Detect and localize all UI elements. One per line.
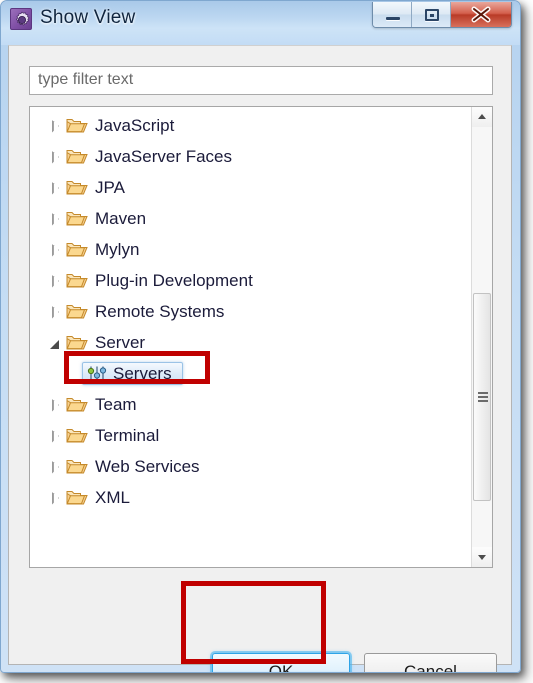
twisty-collapsed-icon[interactable] <box>48 459 64 475</box>
folder-icon <box>66 179 88 196</box>
tree-item-label: Mylyn <box>95 240 140 259</box>
twisty-collapsed-icon[interactable] <box>48 428 64 444</box>
twisty-collapsed-icon[interactable] <box>48 149 64 165</box>
folder-icon <box>66 303 88 320</box>
tree-item-terminal[interactable]: Terminal <box>30 420 470 451</box>
folder-icon <box>66 458 88 475</box>
tree-item-label: Server <box>95 333 146 352</box>
ok-button-label: OK <box>268 662 294 673</box>
tree-item-xml[interactable]: XML <box>30 482 470 513</box>
minimize-button[interactable] <box>373 2 412 27</box>
tree-scrollbar[interactable] <box>471 107 492 567</box>
tree-item-label: Servers <box>113 364 172 383</box>
tree-item-content: XML <box>66 489 130 506</box>
twisty-collapsed-icon[interactable] <box>48 397 64 413</box>
tree-item-label: JavaScript <box>95 116 175 135</box>
tree-item-content: Mylyn <box>66 241 139 258</box>
filter-input-text: type filter text <box>38 71 134 88</box>
tree-item-label: Terminal <box>95 426 160 445</box>
folder-icon <box>66 148 88 165</box>
dialog-title: Show View <box>40 7 136 28</box>
show-view-dialog: Show View type filter text JavaScript Ja… <box>0 0 521 673</box>
tree-item-server[interactable]: Server <box>30 327 470 358</box>
close-button[interactable] <box>451 2 511 27</box>
scrollbar-grip-icon <box>478 392 488 402</box>
tree-item-content: Plug-in Development <box>66 272 253 289</box>
folder-icon <box>66 117 88 134</box>
screenshot-root: Show View type filter text JavaScript Ja… <box>0 0 533 683</box>
tree-item-label: Team <box>95 395 137 414</box>
tree-item-content: Web Services <box>66 458 200 475</box>
tree-item-label: XML <box>95 488 130 507</box>
dialog-body: type filter text JavaScript JavaServer Fa… <box>8 45 512 672</box>
tree-item-label: Maven <box>95 209 147 228</box>
tree-item-content: Terminal <box>66 427 159 444</box>
scrollbar-thumb[interactable] <box>473 293 491 501</box>
folder-icon <box>66 427 88 444</box>
tree-item-content: JavaServer Faces <box>66 148 232 165</box>
folder-icon <box>66 334 88 351</box>
twisty-collapsed-icon[interactable] <box>48 273 64 289</box>
folder-icon <box>66 241 88 258</box>
tree-item-content: JPA <box>66 179 125 196</box>
tree-item-mylyn[interactable]: Mylyn <box>30 234 470 265</box>
twisty-collapsed-icon[interactable] <box>48 118 64 134</box>
tree-item-javaserver-faces[interactable]: JavaServer Faces <box>30 141 470 172</box>
maximize-button[interactable] <box>412 2 451 27</box>
tree-item-servers[interactable]: Servers <box>30 358 470 389</box>
tree-item-jpa[interactable]: JPA <box>30 172 470 203</box>
view-tree-list: JavaScript JavaServer Faces JPA Maven Mylyn P… <box>30 110 470 513</box>
scroll-down-button[interactable] <box>472 547 492 567</box>
servers-view-icon <box>87 365 107 382</box>
tree-item-content: Servers <box>82 362 183 385</box>
tree-item-remote-systems[interactable]: Remote Systems <box>30 296 470 327</box>
minimize-icon <box>386 17 400 20</box>
tree-item-label: JPA <box>95 178 125 197</box>
folder-icon <box>66 210 88 227</box>
dialog-title-bar[interactable]: Show View <box>1 1 520 45</box>
tree-item-content: Maven <box>66 210 146 227</box>
scroll-up-button[interactable] <box>472 107 492 127</box>
tree-item-javascript[interactable]: JavaScript <box>30 110 470 141</box>
tree-item-maven[interactable]: Maven <box>30 203 470 234</box>
folder-icon <box>66 396 88 413</box>
tree-item-label: Web Services <box>95 457 200 476</box>
twisty-collapsed-icon[interactable] <box>48 180 64 196</box>
tree-item-label: JavaServer Faces <box>95 147 232 166</box>
view-tree[interactable]: JavaScript JavaServer Faces JPA Maven Mylyn P… <box>29 106 493 568</box>
tree-item-plug-in-development[interactable]: Plug-in Development <box>30 265 470 296</box>
ok-button[interactable]: OK <box>212 653 350 673</box>
folder-icon <box>66 489 88 506</box>
twisty-expanded-icon[interactable] <box>48 335 64 351</box>
twisty-collapsed-icon[interactable] <box>48 304 64 320</box>
arrow-down-icon <box>478 555 486 560</box>
close-icon <box>471 6 491 23</box>
arrow-up-icon <box>478 114 486 119</box>
folder-icon <box>66 272 88 289</box>
cancel-button[interactable]: Cancel <box>364 653 497 673</box>
cancel-button-label: Cancel <box>404 662 457 673</box>
tree-item-content: Team <box>66 396 137 413</box>
tree-item-label: Plug-in Development <box>95 271 253 290</box>
twisty-collapsed-icon[interactable] <box>48 242 64 258</box>
tree-item-content: Remote Systems <box>66 303 224 320</box>
tree-item-content: JavaScript <box>66 117 174 134</box>
tree-item-team[interactable]: Team <box>30 389 470 420</box>
filter-input[interactable]: type filter text <box>29 66 493 95</box>
maximize-icon <box>425 9 439 21</box>
window-controls <box>372 2 512 28</box>
twisty-collapsed-icon[interactable] <box>48 211 64 227</box>
twisty-collapsed-icon[interactable] <box>48 490 64 506</box>
tree-item-content: Server <box>66 334 145 351</box>
tree-item-label: Remote Systems <box>95 302 225 321</box>
tree-item-web-services[interactable]: Web Services <box>30 451 470 482</box>
show-view-gear-icon <box>10 8 32 30</box>
